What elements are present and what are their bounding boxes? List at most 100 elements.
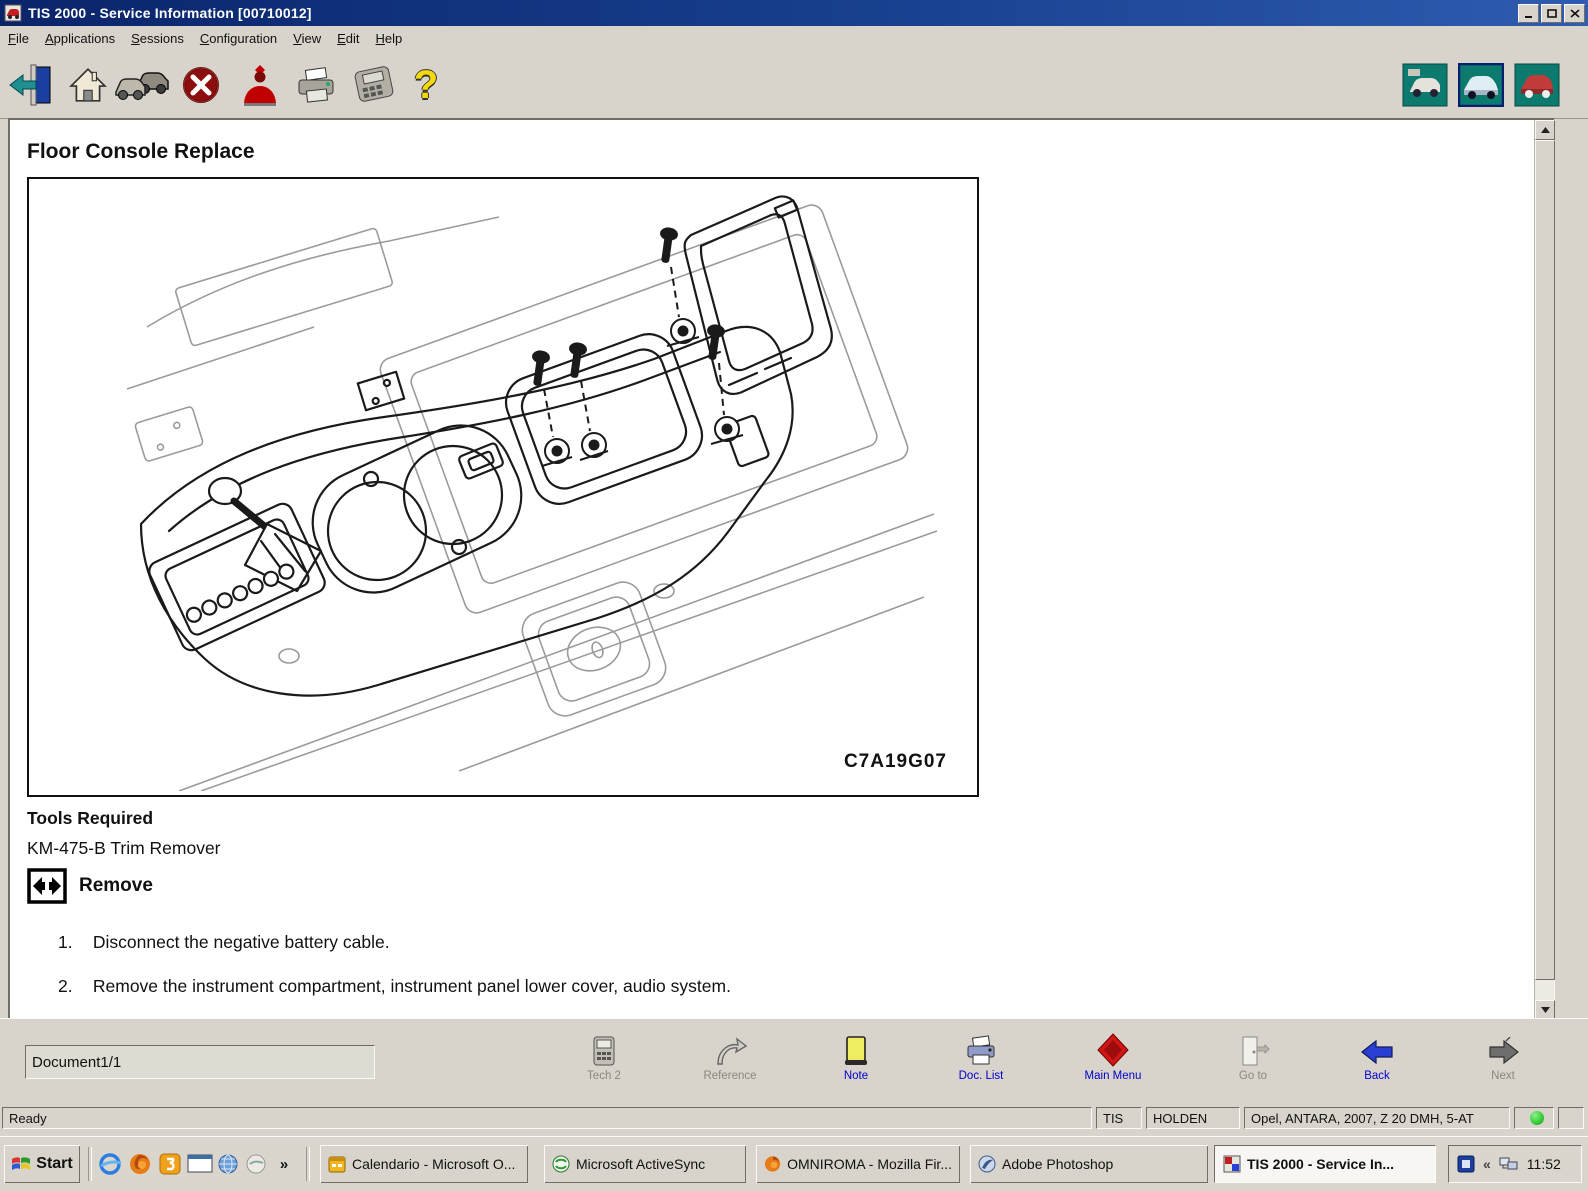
maximize-button[interactable] bbox=[1541, 3, 1562, 23]
taskbar: Start » Calendario - Microsoft O... Micr… bbox=[0, 1136, 1588, 1191]
status-bar: Ready TIS HOLDEN Opel, ANTARA, 2007, Z 2… bbox=[0, 1104, 1588, 1135]
step-2-number: 2. bbox=[58, 976, 73, 996]
scrollbar-thumb[interactable] bbox=[1535, 140, 1555, 980]
next-button[interactable]: Next bbox=[1451, 1027, 1555, 1097]
page-title: Floor Console Replace bbox=[27, 140, 255, 163]
home-button[interactable] bbox=[66, 61, 110, 109]
exit-button[interactable] bbox=[6, 61, 58, 109]
task-tis2000-active[interactable]: TIS 2000 - Service In... bbox=[1214, 1145, 1436, 1183]
quick-launch-browser[interactable] bbox=[242, 1149, 270, 1179]
minimize-button[interactable] bbox=[1518, 3, 1539, 23]
stop-button[interactable] bbox=[178, 61, 224, 109]
tools-required-value: KM-475-B Trim Remover bbox=[27, 838, 221, 858]
task-omniroma[interactable]: OMNIROMA - Mozilla Fir... bbox=[756, 1145, 960, 1183]
overflow-chevron: » bbox=[279, 1155, 289, 1173]
vehicle-graphic-3-icon bbox=[1514, 63, 1560, 107]
print-icon bbox=[298, 67, 334, 103]
double-arrow-icon bbox=[27, 868, 67, 904]
tray-chevron[interactable]: « bbox=[1483, 1156, 1491, 1172]
scroll-up-button[interactable] bbox=[1535, 120, 1555, 140]
back-button[interactable]: Back bbox=[1325, 1027, 1429, 1097]
remove-section-header: Remove bbox=[27, 868, 153, 904]
step-1-number: 1. bbox=[58, 932, 73, 952]
quick-launch-firefox[interactable] bbox=[126, 1149, 154, 1179]
go-to-button[interactable]: Go to bbox=[1201, 1027, 1305, 1097]
menu-file[interactable]: File bbox=[0, 28, 37, 49]
user-icon bbox=[244, 65, 276, 106]
firefox-icon bbox=[130, 1154, 150, 1174]
quick-launch-orange-app[interactable] bbox=[156, 1149, 184, 1179]
quick-launch-overflow[interactable]: » bbox=[274, 1149, 294, 1179]
tech2-button[interactable] bbox=[348, 61, 400, 109]
task-activesync[interactable]: Microsoft ActiveSync bbox=[544, 1145, 746, 1183]
network-icon[interactable] bbox=[1499, 1156, 1519, 1172]
printer-icon bbox=[967, 1035, 995, 1065]
quick-launch-show-desktop[interactable] bbox=[186, 1149, 214, 1179]
status-message: Ready bbox=[9, 1110, 47, 1126]
reference-label: Reference bbox=[703, 1070, 757, 1082]
blue-left-arrow-icon bbox=[1361, 1039, 1393, 1065]
next-label: Next bbox=[1491, 1070, 1515, 1082]
quick-launch-internet-explorer[interactable] bbox=[96, 1149, 124, 1179]
tray-clock[interactable]: 11:52 bbox=[1527, 1156, 1561, 1172]
step-1: 1. Disconnect the negative battery cable… bbox=[58, 932, 390, 953]
tech2-device-icon bbox=[354, 66, 394, 102]
reference-arrow-icon bbox=[717, 1037, 747, 1065]
task-tis2000-label: TIS 2000 - Service In... bbox=[1247, 1156, 1395, 1172]
user-button[interactable] bbox=[234, 61, 286, 109]
menu-edit[interactable]: Edit bbox=[329, 28, 367, 49]
outlook-calendar-icon bbox=[328, 1156, 346, 1173]
firefox-task-icon bbox=[764, 1156, 781, 1172]
task-calendario[interactable]: Calendario - Microsoft O... bbox=[320, 1145, 528, 1183]
scroll-down-button[interactable] bbox=[1535, 1000, 1555, 1020]
maximize-icon bbox=[1546, 8, 1557, 18]
vehicles-button[interactable] bbox=[112, 61, 172, 109]
figure-floor-console: C7A19G07 bbox=[27, 177, 979, 797]
document-field[interactable]: Document1/1 bbox=[25, 1045, 375, 1079]
tray-tis-icon[interactable] bbox=[1457, 1155, 1475, 1173]
task-photoshop[interactable]: Adobe Photoshop bbox=[970, 1145, 1208, 1183]
task-omniroma-label: OMNIROMA - Mozilla Fir... bbox=[787, 1156, 952, 1172]
start-label: Start bbox=[36, 1155, 73, 1172]
vehicle-graphic-button-1[interactable] bbox=[1400, 61, 1450, 109]
menu-sessions[interactable]: Sessions bbox=[123, 28, 192, 49]
help-button[interactable]: ? bbox=[404, 61, 448, 109]
globe-icon bbox=[218, 1154, 238, 1174]
note-label: Note bbox=[843, 1070, 869, 1082]
vehicle-graphic-button-2[interactable] bbox=[1456, 61, 1506, 109]
quick-launch-globe[interactable] bbox=[214, 1149, 242, 1179]
floor-console-diagram bbox=[126, 195, 938, 792]
window-title: TIS 2000 - Service Information [00710012… bbox=[28, 5, 312, 21]
start-button[interactable]: Start bbox=[4, 1145, 80, 1183]
resize-grip[interactable] bbox=[1558, 1107, 1584, 1129]
red-diamond-icon bbox=[1097, 1033, 1129, 1067]
menu-bar: File Applications Sessions Configuration… bbox=[0, 26, 1588, 51]
tis2000-icon bbox=[1223, 1155, 1241, 1173]
note-button[interactable]: Note bbox=[804, 1027, 908, 1097]
task-photoshop-label: Adobe Photoshop bbox=[1002, 1156, 1114, 1172]
menu-applications[interactable]: Applications bbox=[37, 28, 123, 49]
vertical-scrollbar[interactable] bbox=[1534, 120, 1555, 1020]
main-menu-button[interactable]: Main Menu bbox=[1061, 1027, 1165, 1097]
taskbar-separator bbox=[88, 1147, 92, 1181]
step-2-text: Remove the instrument compartment, instr… bbox=[92, 976, 731, 996]
vehicles-icon bbox=[115, 72, 169, 100]
back-label: Back bbox=[1364, 1070, 1390, 1082]
task-activesync-label: Microsoft ActiveSync bbox=[576, 1156, 706, 1172]
gray-right-arrow-icon bbox=[1489, 1037, 1519, 1065]
menu-configuration[interactable]: Configuration bbox=[192, 28, 285, 49]
doc-list-button[interactable]: Doc. List bbox=[929, 1027, 1033, 1097]
close-button[interactable] bbox=[1564, 3, 1585, 23]
tech2-nav-button[interactable]: Tech 2 bbox=[552, 1027, 656, 1097]
stop-icon bbox=[183, 67, 219, 103]
minimize-icon bbox=[1524, 15, 1532, 18]
step-2: 2. Remove the instrument compartment, in… bbox=[58, 976, 731, 997]
reference-button[interactable]: Reference bbox=[678, 1027, 782, 1097]
menu-view[interactable]: View bbox=[285, 28, 329, 49]
print-button[interactable] bbox=[292, 61, 342, 109]
menu-help[interactable]: Help bbox=[368, 28, 411, 49]
status-dealer: HOLDEN bbox=[1153, 1110, 1208, 1126]
vehicle-graphic-button-3[interactable] bbox=[1512, 61, 1562, 109]
status-vehicle-panel: Opel, ANTARA, 2007, Z 20 DMH, 5-AT bbox=[1244, 1107, 1510, 1129]
orange-app-icon bbox=[159, 1153, 181, 1175]
